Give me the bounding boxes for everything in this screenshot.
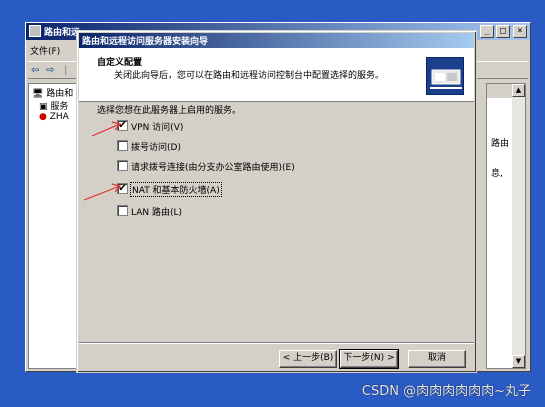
red-arrow-icon xyxy=(91,121,122,137)
red-arrow-icon xyxy=(83,183,122,201)
annotation-arrows xyxy=(83,121,122,201)
csdn-watermark: CSDN @肉肉肉肉肉肉~丸子 xyxy=(361,384,531,399)
